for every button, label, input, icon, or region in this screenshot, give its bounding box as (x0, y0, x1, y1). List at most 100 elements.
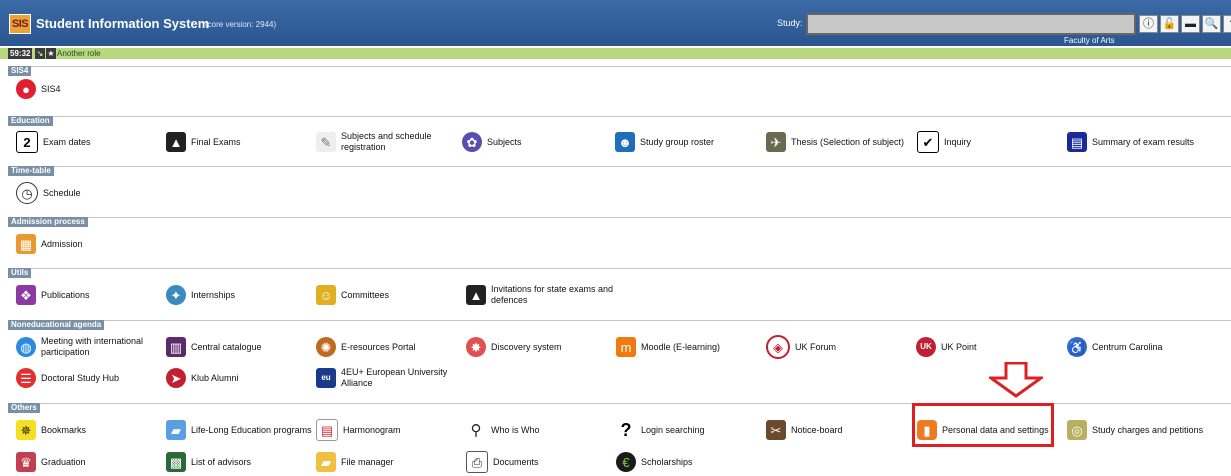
menu-item-file-manager[interactable]: ▰ File manager (316, 450, 394, 474)
menu-item-inquiry[interactable]: ✔ Inquiry (917, 130, 971, 154)
section-label-utils: Utils (8, 268, 32, 278)
menu-item-thesis[interactable]: ✈ Thesis (Selection of subject) (766, 130, 904, 154)
menu-item-list-of-advisors[interactable]: ▩ List of advisors (166, 450, 251, 474)
menu-item-bookmarks[interactable]: ✵ Bookmarks (16, 418, 86, 442)
menu-item-login-searching[interactable]: ? Login searching (616, 418, 705, 442)
calendar-icon: 2 (16, 131, 38, 153)
menu-item-e-resources[interactable]: ✺ E-resources Portal (316, 335, 416, 359)
menu-item-label: Central catalogue (191, 341, 262, 352)
menu-item-label: Discovery system (491, 341, 562, 352)
books-icon: ❖ (16, 285, 36, 305)
menu-item-label: Subjects and schedule registration (341, 131, 432, 152)
menu-item-label: Summary of exam results (1092, 136, 1195, 147)
knot-icon: ✿ (462, 132, 482, 152)
menu-item-label: Final Exams (191, 136, 241, 147)
discovery-icon: ✸ (466, 337, 486, 357)
menu-item-label: File manager (341, 456, 394, 467)
menu-item-life-long-education[interactable]: ▰ Life-Long Education programs (166, 418, 312, 442)
menu-item-notice-board[interactable]: ✂ Notice-board (766, 418, 843, 442)
menu-item-scholarships[interactable]: € Scholarships (616, 450, 693, 474)
menu-item-committees[interactable]: ☺ Committees (316, 283, 389, 307)
menu-item-label: Harmonogram (343, 424, 401, 435)
menu-item-study-group-roster[interactable]: ☻ Study group roster (615, 130, 714, 154)
another-role-link[interactable]: Another role (57, 48, 101, 59)
help-icon[interactable]: ? (1223, 15, 1231, 33)
menu-item-label: Bookmarks (41, 424, 87, 435)
menu-item-label: Moodle (E-learning) (641, 341, 721, 352)
lock-icon[interactable]: 🔓 (1160, 15, 1179, 33)
menu-item-subjects[interactable]: ✿ Subjects (462, 130, 522, 154)
menu-item-label: Inquiry (944, 136, 972, 147)
down-arrow-icon (989, 362, 1043, 398)
section-label-noneducational: Noneducational agenda (8, 320, 105, 330)
menu-item-4eu-alliance[interactable]: eu 4EU+ European University Alliance (316, 366, 451, 390)
menu-item-graduation[interactable]: ♛ Graduation (16, 450, 86, 474)
menu-item-sis4[interactable]: ● SIS4 (16, 77, 61, 101)
role-bar: 59:32 ↘ ★ Another role (0, 48, 1231, 59)
folder-icon: ▰ (316, 452, 336, 472)
magnifier-icon[interactable]: 🔍 (1202, 15, 1221, 33)
faculty-label: Faculty of Arts (1064, 36, 1115, 45)
printer-icon: ⎙ (466, 451, 488, 473)
menu-item-label: Centrum Carolina (1092, 341, 1163, 352)
menu-item-study-charges[interactable]: ◎ Study charges and petitions (1067, 418, 1203, 442)
harmonogram-icon: ▤ (316, 419, 338, 441)
graduation-icon: ♛ (16, 452, 36, 472)
menu-item-admission[interactable]: ▦ Admission (16, 232, 83, 256)
app-title: Student Information System (36, 16, 210, 31)
menu-item-internships[interactable]: ✦ Internships (166, 283, 235, 307)
menu-item-label: Login searching (641, 424, 705, 435)
flag-icon[interactable]: ▬ (1181, 15, 1200, 33)
menu-item-label: Internships (191, 289, 236, 300)
menu-item-final-exams[interactable]: ▲ Final Exams (166, 130, 241, 154)
menu-item-invitations[interactable]: ▲ Invitations for state exams and defenc… (466, 283, 621, 307)
menu-item-central-catalogue[interactable]: ▥ Central catalogue (166, 335, 262, 359)
star-icon[interactable]: ★ (46, 48, 56, 59)
accessibility-icon: ♿ (1067, 337, 1087, 357)
study-select[interactable] (806, 13, 1136, 35)
advisors-board-icon: ▩ (166, 452, 186, 472)
menu-item-label: Exam dates (43, 136, 91, 147)
menu-item-subjects-registration[interactable]: ✎ Subjects and schedule registration (316, 130, 451, 154)
info-icon[interactable]: ⓘ (1139, 15, 1158, 33)
question-icon: ? (616, 420, 636, 440)
section-label-timetable: Time-table (8, 166, 54, 176)
section-rule (8, 268, 1231, 269)
menu-item-who-is-who[interactable]: ⚲ Who is Who (466, 418, 540, 442)
menu-item-discovery-system[interactable]: ✸ Discovery system (466, 335, 562, 359)
uk-point-icon: UK (916, 337, 936, 357)
menu-item-label: Study group roster (640, 136, 715, 147)
scholarship-coin-icon: € (616, 452, 636, 472)
menu-item-label: Subjects (487, 136, 522, 147)
menu-item-uk-forum[interactable]: ◈ UK Forum (766, 335, 836, 359)
menu-item-label: Invitations for state exams and defences (491, 284, 614, 305)
sis-logo[interactable]: SIS (9, 14, 31, 34)
menu-item-publications[interactable]: ❖ Publications (16, 283, 90, 307)
doctoral-hub-icon: ☰ (16, 368, 36, 388)
menu-item-centrum-carolina[interactable]: ♿ Centrum Carolina (1067, 335, 1163, 359)
menu-item-harmonogram[interactable]: ▤ Harmonogram (316, 418, 401, 442)
group-icon: ☺ (316, 285, 336, 305)
app-header: SIS Student Information System (core ver… (0, 0, 1231, 46)
menu-item-label: Documents (493, 456, 539, 467)
menu-item-summary-exam-results[interactable]: ▤ Summary of exam results (1067, 130, 1194, 154)
section-label-admission: Admission process (8, 217, 88, 227)
menu-item-uk-point[interactable]: UK UK Point (916, 335, 977, 359)
logout-icon[interactable]: ↘ (35, 48, 45, 59)
cap-icon: ▲ (466, 285, 486, 305)
highlight-box (912, 403, 1054, 447)
eagle-icon: ✈ (766, 132, 786, 152)
menu-item-label: Study charges and petitions (1092, 424, 1204, 435)
menu-item-doctoral-study-hub[interactable]: ☰ Doctoral Study Hub (16, 366, 119, 390)
menu-item-exam-dates[interactable]: 2 Exam dates (16, 130, 91, 154)
menu-item-documents[interactable]: ⎙ Documents (466, 450, 539, 474)
menu-item-meeting-international[interactable]: ◍ Meeting with international participati… (16, 335, 151, 359)
menu-item-klub-alumni[interactable]: ➤ Klub Alumni (166, 366, 239, 390)
menu-item-schedule[interactable]: ◷ Schedule (16, 181, 81, 205)
globe-icon: ✦ (166, 285, 186, 305)
e-resources-icon: ✺ (316, 337, 336, 357)
menu-item-label: Admission (41, 238, 83, 249)
index-book-icon: ▤ (1067, 132, 1087, 152)
section-rule (8, 320, 1231, 321)
menu-item-moodle[interactable]: m Moodle (E-learning) (616, 335, 720, 359)
